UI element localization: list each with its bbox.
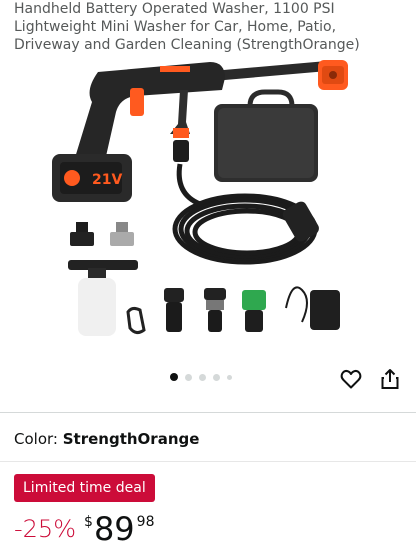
heart-icon[interactable] [339, 367, 363, 391]
quick-connector-green [242, 290, 266, 332]
section-divider [0, 461, 416, 462]
quick-connector-1 [164, 288, 184, 332]
carousel-dot[interactable] [213, 373, 220, 381]
image-carousel-dots[interactable] [170, 373, 232, 381]
carousel-dot-active[interactable] [170, 373, 178, 381]
price-row: -25% $ 89 98 [14, 508, 154, 548]
battery-pack: 21V [52, 154, 132, 202]
color-value: StrengthOrange [62, 430, 200, 448]
price-whole: 89 [93, 510, 135, 548]
carry-case [214, 89, 318, 182]
quick-connector-2 [204, 288, 226, 332]
product-title: Handheld Battery Operated Washer, 1100 P… [14, 1, 360, 53]
color-label: Color: [14, 430, 58, 448]
section-divider [0, 412, 416, 413]
adapter-silver [110, 222, 134, 246]
limited-time-deal-badge: Limited time deal [14, 474, 155, 502]
product-image[interactable]: 21V [40, 54, 380, 344]
hose-clip [126, 306, 146, 335]
spray-wand [210, 60, 348, 90]
price-fraction: 98 [136, 514, 155, 530]
battery-charger [285, 286, 340, 330]
discount-percent: -25% [14, 515, 77, 543]
carousel-dot[interactable] [199, 373, 206, 381]
price-currency: $ [84, 514, 93, 530]
foam-cannon [68, 260, 138, 336]
color-selector: Color: StrengthOrange [14, 430, 199, 448]
carousel-dot[interactable] [185, 373, 192, 381]
adapter-black [70, 222, 94, 246]
battery-voltage-label: 21V [92, 172, 122, 188]
carousel-dot[interactable] [227, 374, 232, 380]
share-icon[interactable] [378, 367, 402, 391]
